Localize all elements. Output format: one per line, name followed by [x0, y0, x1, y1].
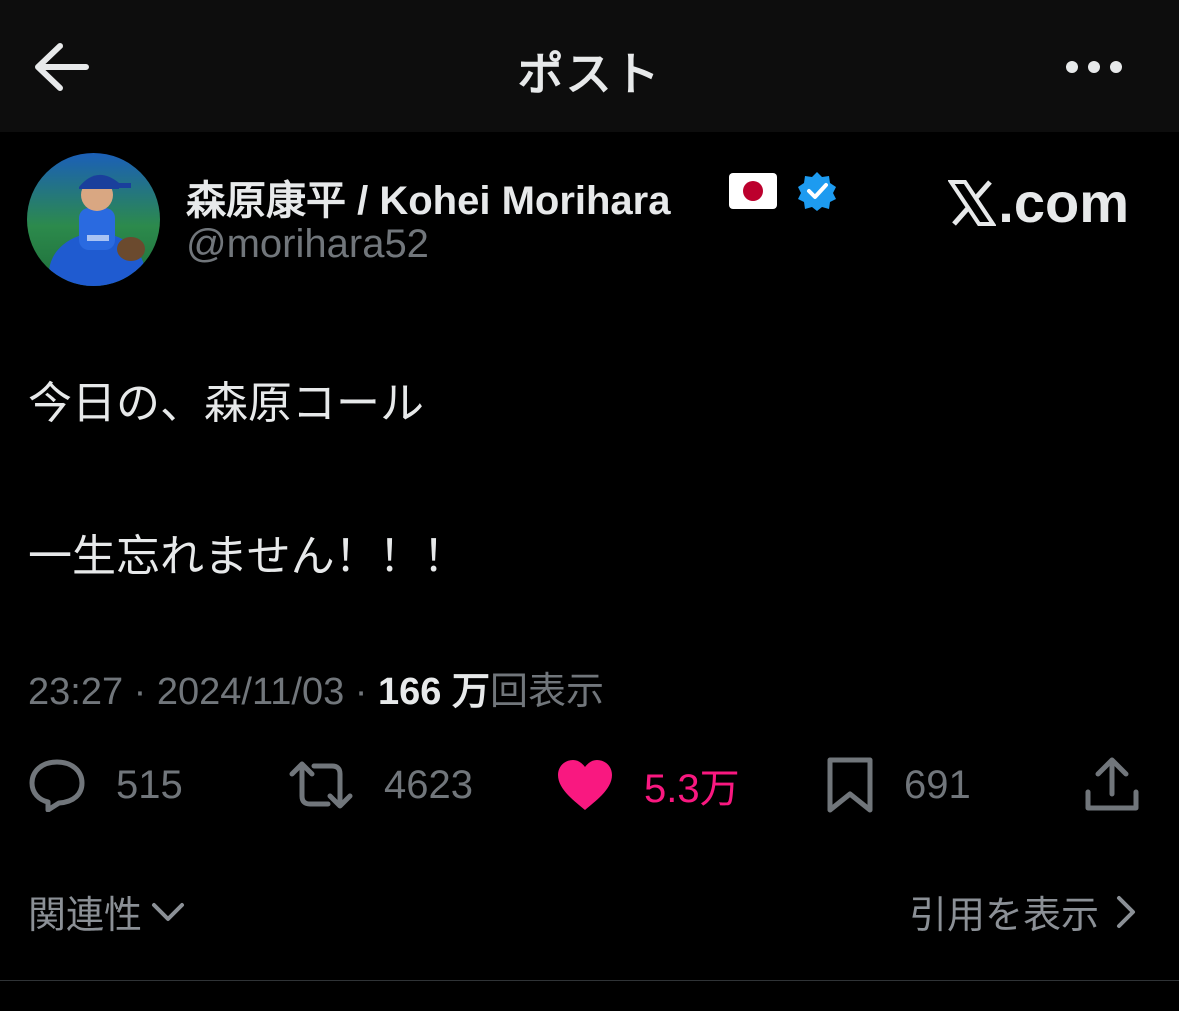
- repost-button[interactable]: 4623: [288, 755, 473, 815]
- japan-flag-icon: [728, 172, 778, 210]
- like-count: 5.3万: [644, 767, 740, 811]
- post-meta: 23:27 · 2024/11/03 · 166 万回表示: [28, 660, 604, 715]
- avatar-photo: [27, 153, 160, 286]
- divider: [0, 980, 1179, 981]
- bookmark-button[interactable]: 691: [826, 755, 971, 815]
- reply-icon: [29, 759, 85, 812]
- meta-separator: ·: [123, 671, 157, 713]
- meta-separator: ·: [344, 671, 379, 713]
- author-display-name[interactable]: 森原康平 / Kohei Morihara: [186, 168, 671, 226]
- x-logo-icon: [947, 174, 998, 239]
- like-button[interactable]: 5.3万: [556, 755, 740, 815]
- repost-icon: [289, 761, 353, 809]
- top-bar: ポスト: [0, 0, 1179, 132]
- avatar[interactable]: [27, 153, 160, 286]
- bookmark-count: 691: [904, 762, 971, 807]
- reply-button[interactable]: 515: [28, 755, 183, 815]
- post-text-line: 今日の、森原コール: [28, 379, 424, 428]
- views-label: 回表示: [490, 671, 605, 713]
- watermark-text: .com: [998, 171, 1129, 234]
- sort-relevance-label: 関連性: [28, 895, 143, 937]
- more-horizontal-icon: [1066, 61, 1122, 73]
- view-quotes-label: 引用を表示: [908, 895, 1099, 937]
- post-detail-page: ポスト 森原康平 / Kohei Morihara @morihara52 .c…: [0, 0, 1179, 1011]
- share-icon: [1085, 757, 1139, 811]
- chevron-right-icon: [1117, 895, 1135, 928]
- sort-relevance-dropdown[interactable]: 関連性: [28, 884, 188, 939]
- bookmark-icon: [827, 757, 873, 813]
- view-quotes-link[interactable]: 引用を表示: [909, 884, 1141, 939]
- repost-count: 4623: [384, 762, 473, 807]
- verified-badge-icon: [796, 170, 838, 212]
- post-time[interactable]: 23:27: [28, 671, 123, 713]
- more-button[interactable]: [1062, 52, 1126, 82]
- post-date[interactable]: 2024/11/03: [157, 671, 344, 713]
- heart-filled-icon: [558, 760, 612, 810]
- x-com-watermark: .com: [947, 170, 1129, 239]
- views-count: 166 万: [378, 671, 490, 713]
- page-title: ポスト: [517, 48, 662, 100]
- reply-count: 515: [116, 762, 183, 807]
- share-button[interactable]: [1084, 755, 1140, 815]
- post-text-line: 一生忘れません！！！: [28, 532, 467, 581]
- author-handle[interactable]: @morihara52: [186, 222, 429, 267]
- chevron-down-icon: [152, 902, 185, 921]
